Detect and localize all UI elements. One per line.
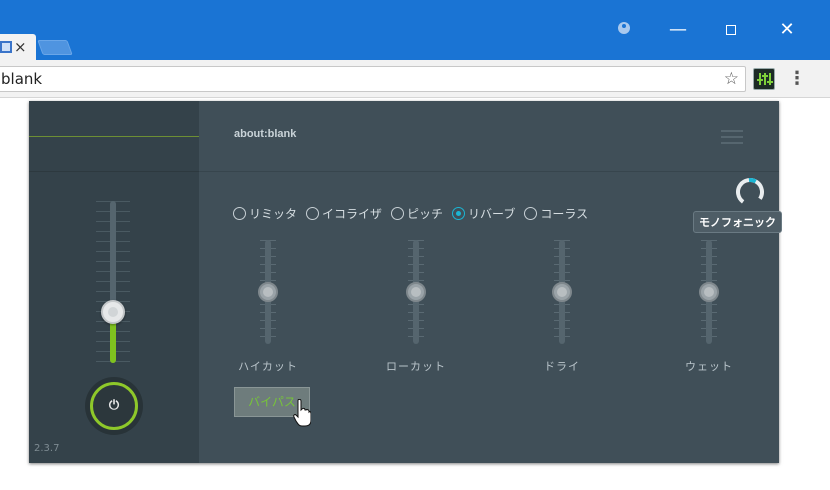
power-icon: ⏻ [108, 398, 120, 413]
account-circle-icon[interactable] [612, 18, 636, 42]
radio-label: ピッチ [407, 207, 444, 221]
radio-dot[interactable] [306, 207, 320, 220]
radio-dot[interactable] [391, 207, 405, 220]
divider [199, 171, 779, 172]
radio-dot[interactable] [452, 207, 466, 220]
version-label: 2.3.7 [34, 443, 60, 454]
slider-thumb[interactable] [258, 282, 278, 302]
browser-toolbar: blank ☆ [0, 60, 830, 98]
hamburger-menu-icon[interactable] [721, 130, 743, 144]
wet-slider[interactable] [689, 240, 729, 344]
radio-pitch[interactable]: ピッチ [391, 205, 443, 222]
mono-knob[interactable] [735, 177, 765, 207]
radio-limiter[interactable]: リミッタ [233, 205, 297, 222]
maximize-button[interactable] [719, 18, 743, 42]
high-cut-slider[interactable] [248, 240, 288, 344]
wet-label: ウェット [685, 360, 733, 373]
slider-thumb[interactable] [699, 282, 719, 302]
slider-thumb[interactable] [552, 282, 572, 302]
divider [29, 171, 199, 172]
page-title: about:blank [234, 128, 297, 140]
address-bar-text[interactable]: blank [1, 69, 42, 89]
new-tab-button[interactable] [37, 40, 73, 55]
effect-radio-group: リミッタ イコライザ ピッチ リバーブ コーラス [233, 205, 588, 222]
equalizer-popup: ⏻ 2.3.7 about:blank モノフォニック リミッタ イコライザ ピ… [29, 101, 782, 463]
close-window-button[interactable]: ✕ [775, 18, 799, 42]
radio-chorus[interactable]: コーラス [524, 205, 588, 222]
browser-tab-active[interactable]: × [0, 34, 36, 61]
hand-cursor-icon [293, 399, 311, 427]
equalizer-extension-icon[interactable] [753, 68, 775, 90]
dry-slider[interactable] [542, 240, 582, 344]
power-ring[interactable]: ⏻ [90, 382, 138, 430]
radio-label: イコライザ [322, 207, 383, 221]
dry-label: ドライ [544, 360, 580, 373]
radio-dot[interactable] [524, 207, 538, 220]
slider-thumb[interactable] [406, 282, 426, 302]
bookmark-star-icon[interactable]: ☆ [724, 67, 739, 91]
low-cut-label: ローカット [386, 360, 446, 373]
power-button[interactable]: ⏻ [85, 377, 143, 435]
browser-titlebar: × — ✕ [0, 0, 830, 61]
radio-reverb[interactable]: リバーブ [452, 205, 515, 222]
address-bar[interactable]: blank ☆ [0, 66, 746, 92]
panel-header-line [29, 101, 199, 137]
monophonic-label[interactable]: モノフォニック [693, 211, 782, 233]
page-favicon-icon [0, 41, 12, 53]
low-cut-slider[interactable] [396, 240, 436, 344]
volume-panel: ⏻ 2.3.7 [29, 101, 199, 463]
radio-label: リミッタ [249, 207, 298, 221]
radio-label: リバーブ [468, 207, 516, 221]
radio-dot[interactable] [233, 207, 246, 220]
more-vert-icon[interactable]: ⋮ [788, 68, 806, 90]
radio-label: コーラス [540, 207, 589, 221]
radio-equalizer[interactable]: イコライザ [306, 205, 382, 222]
minimize-button[interactable]: — [666, 18, 690, 42]
volume-slider[interactable] [93, 201, 133, 363]
tab-close-icon[interactable]: × [14, 37, 27, 57]
high-cut-label: ハイカット [238, 360, 298, 373]
